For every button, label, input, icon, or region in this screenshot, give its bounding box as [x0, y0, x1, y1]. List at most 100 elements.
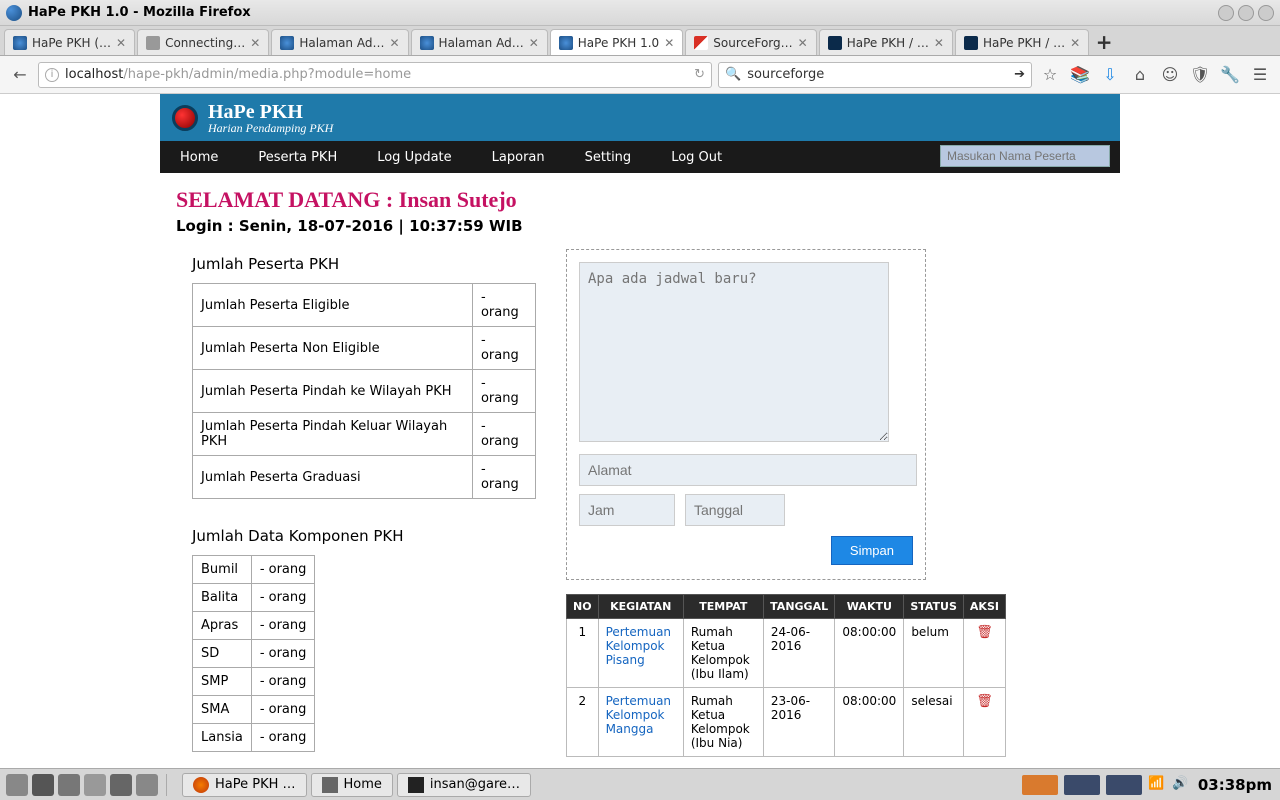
launcher-icon[interactable]	[6, 774, 28, 796]
cell-label: Bumil	[193, 556, 252, 584]
nav-link[interactable]: Home	[180, 150, 218, 165]
cell-no: 2	[567, 688, 599, 757]
simpan-button[interactable]: Simpan	[831, 536, 913, 565]
cell-value: - orang	[251, 556, 315, 584]
cell-status: belum	[904, 619, 964, 688]
home-icon[interactable]: ⌂	[1128, 63, 1152, 87]
delete-icon[interactable]: 🗑	[976, 625, 993, 640]
address-bar[interactable]: i localhost/hape-pkh/admin/media.php?mod…	[38, 62, 712, 88]
cell-value: - orang	[472, 370, 535, 413]
tab-label: Halaman Ad…	[439, 36, 524, 50]
new-tab-button[interactable]: +	[1091, 29, 1117, 55]
tab-close-icon[interactable]: ✕	[116, 36, 126, 50]
cell-value: - orang	[251, 724, 315, 752]
tray-box-icon[interactable]	[1106, 775, 1142, 795]
tab-close-icon[interactable]: ✕	[250, 36, 260, 50]
chat-icon[interactable]: ☺	[1158, 63, 1182, 87]
column-header: TEMPAT	[683, 595, 763, 619]
cell-value: - orang	[251, 584, 315, 612]
browser-tab[interactable]: HaPe PKH / … ✕	[955, 29, 1089, 55]
jam-input[interactable]	[579, 494, 675, 526]
tab-label: HaPe PKH / …	[983, 36, 1065, 50]
tab-close-icon[interactable]: ✕	[934, 36, 944, 50]
cell-label: Jumlah Peserta Pindah Keluar Wilayah PKH	[193, 413, 473, 456]
cell-value: - orang	[472, 413, 535, 456]
maximize-button[interactable]	[1238, 5, 1254, 21]
search-value: sourceforge	[747, 67, 824, 82]
tab-close-icon[interactable]: ✕	[798, 36, 808, 50]
note-textarea[interactable]	[579, 262, 889, 442]
nav-search-input[interactable]	[940, 145, 1110, 167]
launcher-icon[interactable]	[110, 774, 132, 796]
library-icon[interactable]: 📚	[1068, 63, 1092, 87]
tray-box-icon[interactable]	[1064, 775, 1100, 795]
column-header: WAKTU	[835, 595, 904, 619]
delete-icon[interactable]: 🗑	[976, 694, 993, 709]
taskbar-firefox[interactable]: HaPe PKH …	[182, 773, 307, 797]
search-bar[interactable]: 🔍 sourceforge ➔	[718, 62, 1032, 88]
back-button[interactable]: ←	[8, 63, 32, 87]
column-header: STATUS	[904, 595, 964, 619]
taskbar-item-label: HaPe PKH …	[215, 777, 296, 792]
nav-link[interactable]: Log Out	[671, 150, 722, 165]
tab-close-icon[interactable]: ✕	[389, 36, 399, 50]
browser-tab[interactable]: HaPe PKH 1.0✕	[550, 29, 683, 55]
kegiatan-link[interactable]: Pertemuan Kelompok Pisang	[606, 625, 671, 667]
tab-favicon-icon	[559, 36, 573, 50]
kegiatan-link[interactable]: Pertemuan Kelompok Mangga	[606, 694, 671, 736]
cell-value: - orang	[251, 612, 315, 640]
minimize-button[interactable]	[1218, 5, 1234, 21]
taskbar-files[interactable]: Home	[311, 773, 393, 797]
launcher-icon[interactable]	[58, 774, 80, 796]
tab-favicon-icon	[828, 36, 842, 50]
go-icon[interactable]: ➔	[1014, 67, 1025, 82]
menu-icon[interactable]: ☰	[1248, 63, 1272, 87]
cell-label: SD	[193, 640, 252, 668]
tab-label: HaPe PKH (…	[32, 36, 111, 50]
firefox-icon	[6, 5, 22, 21]
browser-tab[interactable]: Halaman Ad… ✕	[271, 29, 408, 55]
nav-link[interactable]: Laporan	[492, 150, 545, 165]
reload-icon[interactable]: ↻	[694, 67, 705, 82]
cell-aksi: 🗑	[963, 688, 1005, 757]
cell-tanggal: 23-06-2016	[763, 688, 835, 757]
browser-tab[interactable]: Halaman Ad… ✕	[411, 29, 548, 55]
nav-link[interactable]: Setting	[585, 150, 632, 165]
close-window-button[interactable]	[1258, 5, 1274, 21]
tab-label: Halaman Ad…	[299, 36, 384, 50]
cell-label: Apras	[193, 612, 252, 640]
nav-link[interactable]: Log Update	[377, 150, 451, 165]
cell-label: Jumlah Peserta Eligible	[193, 284, 473, 327]
tab-close-icon[interactable]: ✕	[664, 36, 674, 50]
table-row: Jumlah Peserta Pindah ke Wilayah PKH- or…	[193, 370, 536, 413]
os-taskbar: HaPe PKH … Home insan@gare… 📶 🔊 03:38pm	[0, 768, 1280, 800]
tray-box-icon[interactable]	[1022, 775, 1058, 795]
wifi-icon[interactable]: 📶	[1148, 776, 1166, 794]
column-header: NO	[567, 595, 599, 619]
tab-close-icon[interactable]: ✕	[529, 36, 539, 50]
browser-tab[interactable]: Connecting…✕	[137, 29, 269, 55]
taskbar-clock[interactable]: 03:38pm	[1198, 776, 1272, 794]
cell-no: 1	[567, 619, 599, 688]
addon-icon[interactable]: 🔧	[1218, 63, 1242, 87]
cell-waktu: 08:00:00	[835, 619, 904, 688]
schedule-table: NOKEGIATANTEMPATTANGGALWAKTUSTATUSAKSI1P…	[566, 594, 1006, 757]
launcher-icon[interactable]	[136, 774, 158, 796]
tab-label: HaPe PKH / …	[847, 36, 929, 50]
tab-close-icon[interactable]: ✕	[1070, 36, 1080, 50]
bookmark-icon[interactable]: ☆	[1038, 63, 1062, 87]
table-row: SMA- orang	[193, 696, 315, 724]
nav-link[interactable]: Peserta PKH	[258, 150, 337, 165]
volume-icon[interactable]: 🔊	[1172, 776, 1190, 794]
pocket-icon[interactable]: 🛡	[1188, 63, 1212, 87]
browser-tab[interactable]: HaPe PKH / … ✕	[819, 29, 953, 55]
alamat-input[interactable]	[579, 454, 917, 486]
tanggal-input[interactable]	[685, 494, 785, 526]
browser-tab[interactable]: SourceForg…✕	[685, 29, 816, 55]
launcher-icon[interactable]	[84, 774, 106, 796]
taskbar-terminal[interactable]: insan@gare…	[397, 773, 531, 797]
browser-tab[interactable]: HaPe PKH (… ✕	[4, 29, 135, 55]
tab-favicon-icon	[146, 36, 160, 50]
launcher-icon[interactable]	[32, 774, 54, 796]
download-icon[interactable]: ⇩	[1098, 63, 1122, 87]
